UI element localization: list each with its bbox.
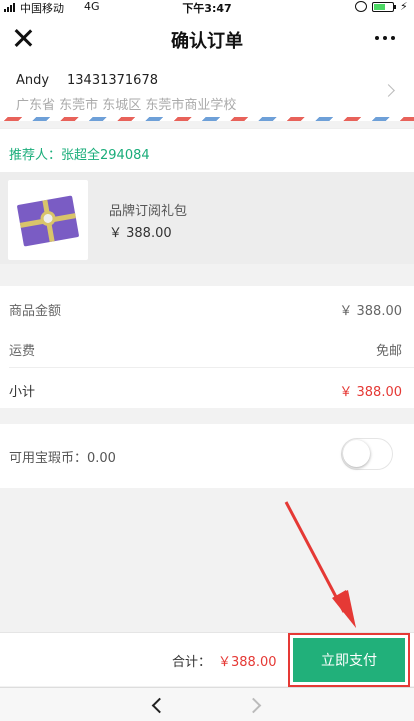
shipping-address[interactable]: Andy 13431371678 广东省 东莞市 东城区 东莞市商业学校 — [0, 64, 414, 120]
address-detail: 广东省 东莞市 东城区 东莞市商业学校 — [16, 98, 237, 113]
product-image — [8, 180, 88, 260]
shipping-label: 运费 — [9, 344, 36, 359]
more-icon[interactable] — [375, 36, 395, 40]
gift-box-icon — [16, 195, 80, 247]
rotation-lock-icon — [355, 1, 367, 12]
total-label: 合计： — [172, 655, 212, 670]
subtotal-label: 小计 — [9, 385, 36, 400]
airmail-border — [0, 117, 414, 121]
coin-toggle[interactable] — [341, 438, 393, 470]
browser-toolbar — [0, 687, 414, 721]
goods-amount-label: 商品金额 — [9, 304, 62, 319]
charging-icon: ⚡ — [400, 0, 408, 13]
status-bar: 中国移动 4G 下午3:47 ⚡ — [0, 0, 414, 15]
goods-amount-row: 商品金额 ￥ 388.00 — [0, 287, 414, 327]
forward-arrow-icon[interactable] — [245, 697, 262, 714]
shipping-value: 免邮 — [375, 344, 402, 359]
product-price: ￥ 388.00 — [109, 226, 172, 241]
referrer-row: 推荐人：张超全294084 — [0, 128, 414, 172]
back-arrow-icon[interactable] — [151, 697, 168, 714]
page-title: 确认订单 — [171, 31, 243, 52]
subtotal-row: 小计 ￥ 388.00 — [0, 368, 414, 408]
coin-row: 可用宝瑕币：0.00 — [0, 424, 414, 488]
referrer-text: 推荐人：张超全294084 — [9, 148, 150, 163]
battery-icon — [372, 2, 396, 12]
order-summary: 商品金额 ￥ 388.00 运费 免邮 小计 ￥ 388.00 — [0, 286, 414, 408]
coin-label: 可用宝瑕币：0.00 — [9, 451, 116, 466]
subtotal-value: ￥ 388.00 — [339, 385, 402, 400]
total-value: ￥388.00 — [218, 655, 277, 670]
shipping-row: 运费 免邮 — [0, 327, 414, 367]
product-item: 品牌订阅礼包 ￥ 388.00 — [0, 172, 414, 264]
recipient-name: Andy — [16, 73, 50, 88]
product-name: 品牌订阅礼包 — [109, 204, 188, 219]
nav-bar: 确认订单 — [0, 14, 414, 64]
chevron-right-icon[interactable] — [382, 84, 395, 97]
pay-now-button[interactable]: 立即支付 — [293, 638, 405, 682]
pay-bar: 合计： ￥388.00 立即支付 — [0, 632, 414, 687]
goods-amount-value: ￥ 388.00 — [339, 304, 402, 319]
recipient-phone: 13431371678 — [67, 73, 158, 88]
